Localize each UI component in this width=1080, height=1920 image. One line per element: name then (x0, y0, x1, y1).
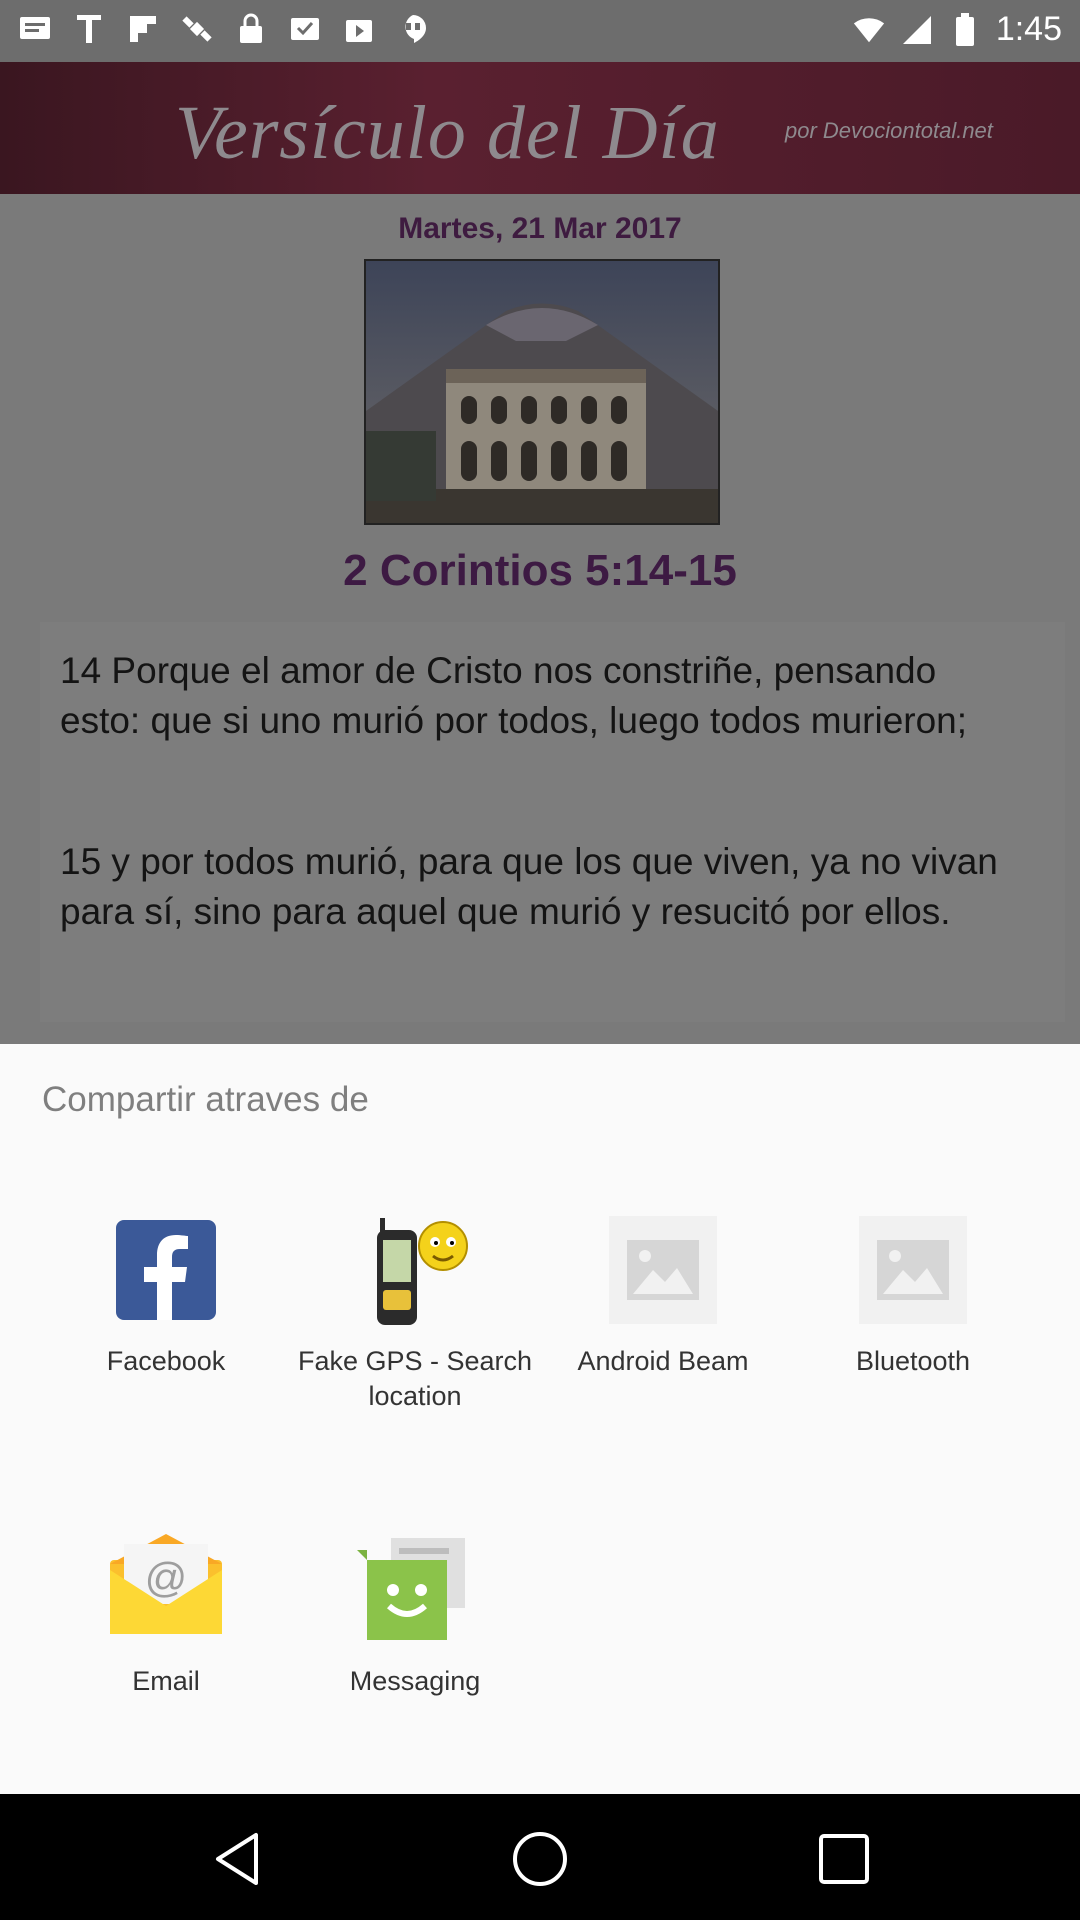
share-fake-gps[interactable]: Fake GPS - Search location (295, 1210, 535, 1414)
verse-photo (364, 259, 720, 525)
status-left-icons (18, 12, 430, 46)
message-icon (18, 12, 52, 46)
flipboard-icon (126, 12, 160, 46)
status-bar: 1:45 (0, 0, 1080, 62)
verse-14: 14 Porque el amor de Cristo nos constriñ… (60, 650, 968, 741)
status-right: 1:45 (852, 10, 1062, 49)
share-bluetooth[interactable]: Bluetooth (793, 1210, 1033, 1379)
share-label-android-beam: Android Beam (577, 1346, 749, 1376)
text-icon (72, 12, 106, 46)
lock-icon (234, 12, 268, 46)
hangouts-icon (396, 12, 430, 46)
share-email[interactable]: @ Email (46, 1530, 286, 1699)
battery-icon (948, 12, 982, 47)
share-facebook[interactable]: Facebook (46, 1210, 286, 1379)
satellite-icon (180, 12, 214, 46)
svg-text:@: @ (145, 1554, 188, 1601)
wifi-icon (852, 13, 886, 47)
image-placeholder-icon (603, 1210, 723, 1330)
clock: 1:45 (995, 10, 1062, 48)
share-android-beam[interactable]: Android Beam (543, 1210, 783, 1379)
banner-subtitle: por Devociontotal.net (785, 118, 993, 143)
share-sheet: Compartir atraves de Facebook Fake GPS -… (0, 1044, 1080, 1794)
share-label-fake-gps: Fake GPS - Search location (297, 1346, 533, 1411)
share-messaging[interactable]: Messaging (295, 1530, 535, 1699)
share-label-facebook: Facebook (106, 1346, 226, 1376)
home-icon[interactable] (510, 1829, 570, 1889)
image-placeholder-icon (853, 1210, 973, 1330)
verse-date: Martes, 21 Mar 2017 (398, 212, 682, 245)
play-store-icon (342, 12, 376, 46)
signal-icon (900, 13, 934, 47)
share-label-bluetooth: Bluetooth (855, 1346, 971, 1376)
gps-icon (355, 1210, 475, 1330)
navigation-bar (0, 1794, 1080, 1920)
recents-icon[interactable] (814, 1829, 874, 1889)
share-label-email: Email (132, 1666, 200, 1696)
inbox-icon (288, 12, 322, 46)
verse-reference: 2 Corintios 5:14-15 (343, 546, 737, 595)
back-icon[interactable] (210, 1829, 270, 1889)
email-icon: @ (106, 1530, 226, 1650)
app-content: Versículo del Día por Devociontotal.net … (0, 62, 1080, 1044)
facebook-icon (106, 1210, 226, 1330)
banner-title: Versículo del Día (175, 91, 720, 175)
share-label-messaging: Messaging (349, 1666, 481, 1696)
app-banner: Versículo del Día por Devociontotal.net (0, 62, 1080, 194)
messaging-icon (355, 1530, 475, 1650)
verse-15: 15 y por todos murió, para que los que v… (60, 841, 998, 932)
share-sheet-title: Compartir atraves de (42, 1080, 369, 1119)
